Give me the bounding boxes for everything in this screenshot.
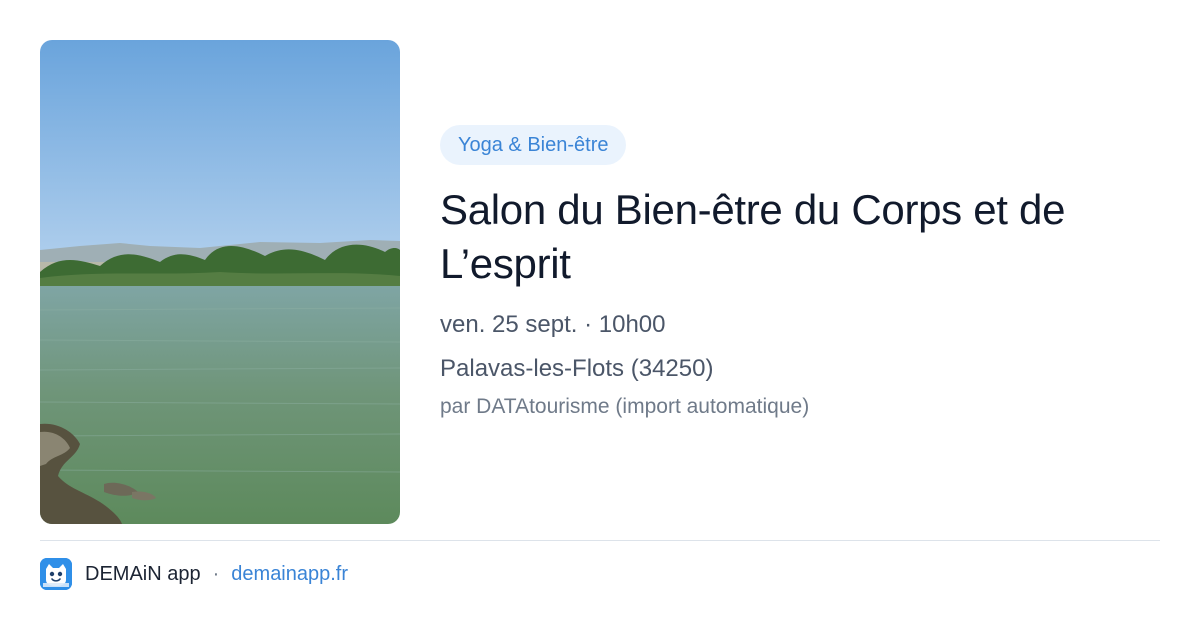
event-info: Yoga & Bien-être Salon du Bien-être du C… (440, 125, 1160, 421)
footer: DEMAiN app · demainapp.fr (40, 558, 348, 590)
footer-separator: · (212, 562, 220, 585)
event-source: par DATAtourisme (import automatique) (440, 395, 810, 418)
site-link[interactable]: demainapp.fr (231, 563, 348, 586)
event-location: Palavas-les-Flots (34250) (440, 355, 714, 382)
category-badge[interactable]: Yoga & Bien-être (440, 125, 627, 165)
event-title[interactable]: Salon du Bien-être du Corps et de L’espr… (440, 183, 1160, 291)
event-photo (40, 40, 400, 524)
footer-divider (40, 540, 1160, 541)
demain-app-logo-icon[interactable] (40, 558, 72, 590)
event-datetime: ven. 25 sept. · 10h00 (440, 311, 666, 338)
app-name: DEMAiN app (85, 562, 201, 585)
